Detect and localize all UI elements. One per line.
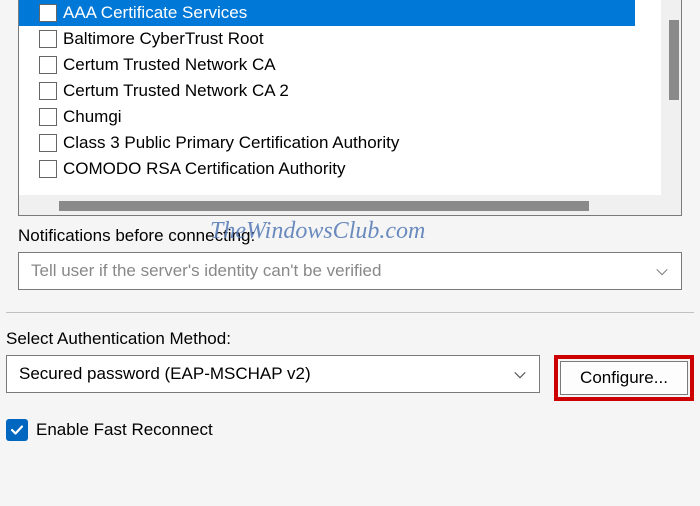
vertical-scrollbar[interactable] xyxy=(661,0,681,215)
horizontal-scrollbar[interactable] xyxy=(19,195,661,215)
certificate-checkbox[interactable] xyxy=(39,134,57,152)
certificate-label: COMODO RSA Certification Authority xyxy=(63,159,345,179)
auth-method-label: Select Authentication Method: xyxy=(6,329,694,349)
certificate-label: Class 3 Public Primary Certification Aut… xyxy=(63,133,399,153)
certificate-list[interactable]: AAA Certificate Services Baltimore CyberT… xyxy=(18,0,682,216)
certificate-item[interactable]: Certum Trusted Network CA 2 xyxy=(19,78,681,104)
notifications-dropdown-value: Tell user if the server's identity can't… xyxy=(31,261,381,281)
certificate-label: Chumgi xyxy=(63,107,122,127)
configure-button-highlight: Configure... xyxy=(554,355,694,401)
certificate-item[interactable]: Class 3 Public Primary Certification Aut… xyxy=(19,130,681,156)
auth-method-dropdown-value: Secured password (EAP-MSCHAP v2) xyxy=(19,364,311,384)
certificate-label: Certum Trusted Network CA xyxy=(63,55,276,75)
certificate-item[interactable]: COMODO RSA Certification Authority xyxy=(19,156,681,182)
certificate-item[interactable]: Certum Trusted Network CA xyxy=(19,52,681,78)
certificate-checkbox[interactable] xyxy=(39,160,57,178)
fast-reconnect-label: Enable Fast Reconnect xyxy=(36,420,213,440)
certificate-label: AAA Certificate Services xyxy=(63,3,247,23)
auth-method-dropdown[interactable]: Secured password (EAP-MSCHAP v2) xyxy=(6,355,540,393)
certificate-checkbox[interactable] xyxy=(39,56,57,74)
vertical-scrollbar-thumb[interactable] xyxy=(669,20,679,100)
notifications-label: Notifications before connecting: xyxy=(18,226,682,246)
fast-reconnect-checkbox[interactable] xyxy=(6,419,28,441)
certificate-checkbox[interactable] xyxy=(39,4,57,22)
certificate-checkbox[interactable] xyxy=(39,108,57,126)
chevron-down-icon xyxy=(655,264,669,278)
chevron-down-icon xyxy=(513,367,527,381)
horizontal-scrollbar-thumb[interactable] xyxy=(59,201,589,211)
fast-reconnect-row: Enable Fast Reconnect xyxy=(6,419,694,441)
certificate-label: Certum Trusted Network CA 2 xyxy=(63,81,289,101)
certificate-item[interactable]: AAA Certificate Services xyxy=(19,0,635,26)
section-divider xyxy=(6,312,694,313)
certificate-item[interactable]: Baltimore CyberTrust Root xyxy=(19,26,681,52)
certificate-checkbox[interactable] xyxy=(39,30,57,48)
notifications-dropdown[interactable]: Tell user if the server's identity can't… xyxy=(18,252,682,290)
configure-button[interactable]: Configure... xyxy=(560,361,688,395)
configure-button-label: Configure... xyxy=(580,368,668,388)
certificate-checkbox[interactable] xyxy=(39,82,57,100)
certificate-label: Baltimore CyberTrust Root xyxy=(63,29,264,49)
certificate-item[interactable]: Chumgi xyxy=(19,104,681,130)
